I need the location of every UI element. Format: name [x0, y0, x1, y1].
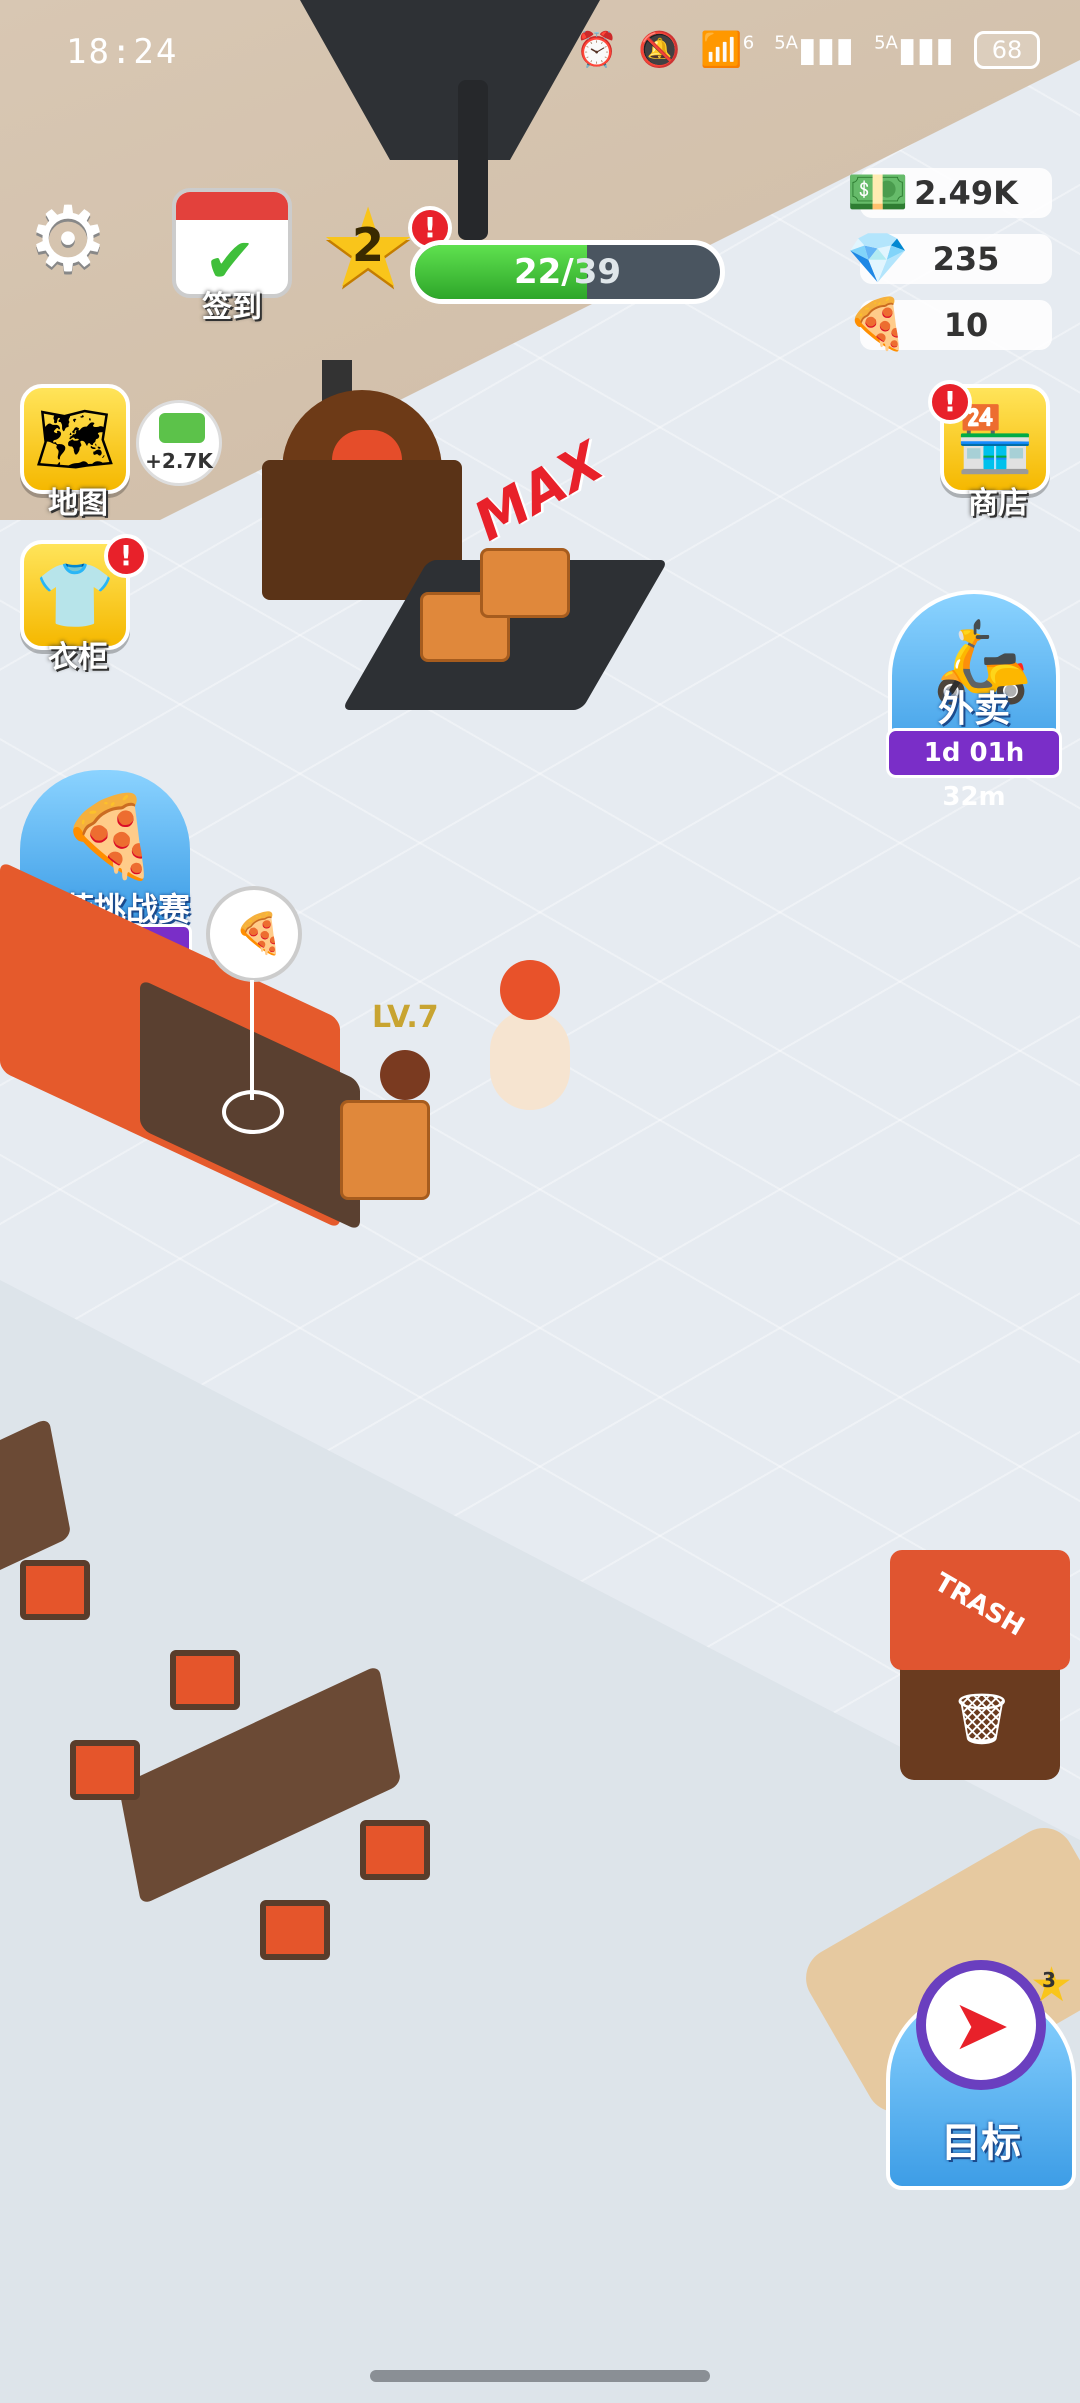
player-character[interactable]: [480, 960, 580, 1120]
dining-chair[interactable]: [260, 1900, 330, 1960]
map-icon: 🗺: [34, 402, 116, 477]
trash-can-icon: 🗑: [950, 1690, 1014, 1748]
signal-2-icon: 5A▮▮▮: [874, 30, 954, 70]
player-body: [490, 1010, 570, 1110]
home-indicator[interactable]: [370, 2370, 710, 2382]
pizza-box: [480, 548, 570, 618]
compass-icon: ➤: [916, 1960, 1046, 2090]
mute-icon: 🔕: [638, 30, 681, 70]
calendar-icon: [176, 192, 288, 220]
wifi-icon: 📶6: [700, 30, 755, 70]
wardrobe-label: 衣柜: [48, 640, 108, 675]
shop-alert-badge: !: [928, 380, 972, 424]
player-hat: [500, 960, 560, 1020]
worker-head: [380, 1050, 430, 1100]
marker-pin: [250, 980, 254, 1100]
pizza-chef-icon: 🍕: [60, 790, 160, 883]
level-number: 2: [351, 218, 384, 272]
gem-icon: 💎: [846, 228, 910, 287]
map-reward-text: +2.7K: [145, 449, 213, 473]
worker-character[interactable]: [340, 1050, 450, 1210]
delivery-label: 外卖: [937, 689, 1010, 730]
pizza-token-icon: 🍕: [846, 294, 910, 353]
settings-gear-icon[interactable]: ⚙: [18, 190, 118, 290]
delivery-timer: 1d 01h 32m: [886, 728, 1062, 812]
marker-base: [222, 1090, 284, 1134]
shop-label: 商店: [968, 486, 1028, 521]
dining-chair[interactable]: [360, 1820, 430, 1880]
status-time: 18:24: [66, 32, 179, 72]
wardrobe-alert-badge: !: [104, 534, 148, 578]
signal-1-icon: 5A▮▮▮: [774, 30, 855, 70]
goal-label: 目标: [941, 2120, 1021, 2166]
money-icon: [159, 413, 205, 443]
checkin-label: 签到: [202, 290, 262, 325]
map-reward-bubble[interactable]: +2.7K: [136, 400, 222, 486]
cash-icon: 💵: [846, 162, 910, 221]
order-marker[interactable]: 🍕: [206, 886, 302, 982]
dining-chair[interactable]: [70, 1740, 140, 1800]
pizza-stack: [340, 1100, 430, 1200]
trash-bin[interactable]: TRASH 🗑: [890, 1550, 1070, 1780]
pizza-order-icon: 🍕: [234, 911, 284, 957]
xp-progress-bar: 22/39: [410, 240, 725, 304]
dining-chair[interactable]: [20, 1560, 90, 1620]
shirt-icon: 👕: [35, 558, 115, 633]
alarm-icon: ⏰: [575, 30, 619, 70]
battery-indicator: 68: [974, 31, 1040, 69]
status-bar: 18:24 ⏰ 🔕 📶6 5A▮▮▮ 5A▮▮▮ 68: [0, 0, 1080, 110]
status-icons: ⏰ 🔕 📶6 5A▮▮▮ 5A▮▮▮ 68: [576, 30, 1040, 70]
goal-badge-count: 3: [1042, 1968, 1056, 1992]
dining-chair[interactable]: [170, 1650, 240, 1710]
map-label: 地图: [48, 486, 108, 521]
xp-progress-text: 22/39: [513, 252, 622, 292]
worker-level-label: LV.7: [372, 1000, 439, 1035]
